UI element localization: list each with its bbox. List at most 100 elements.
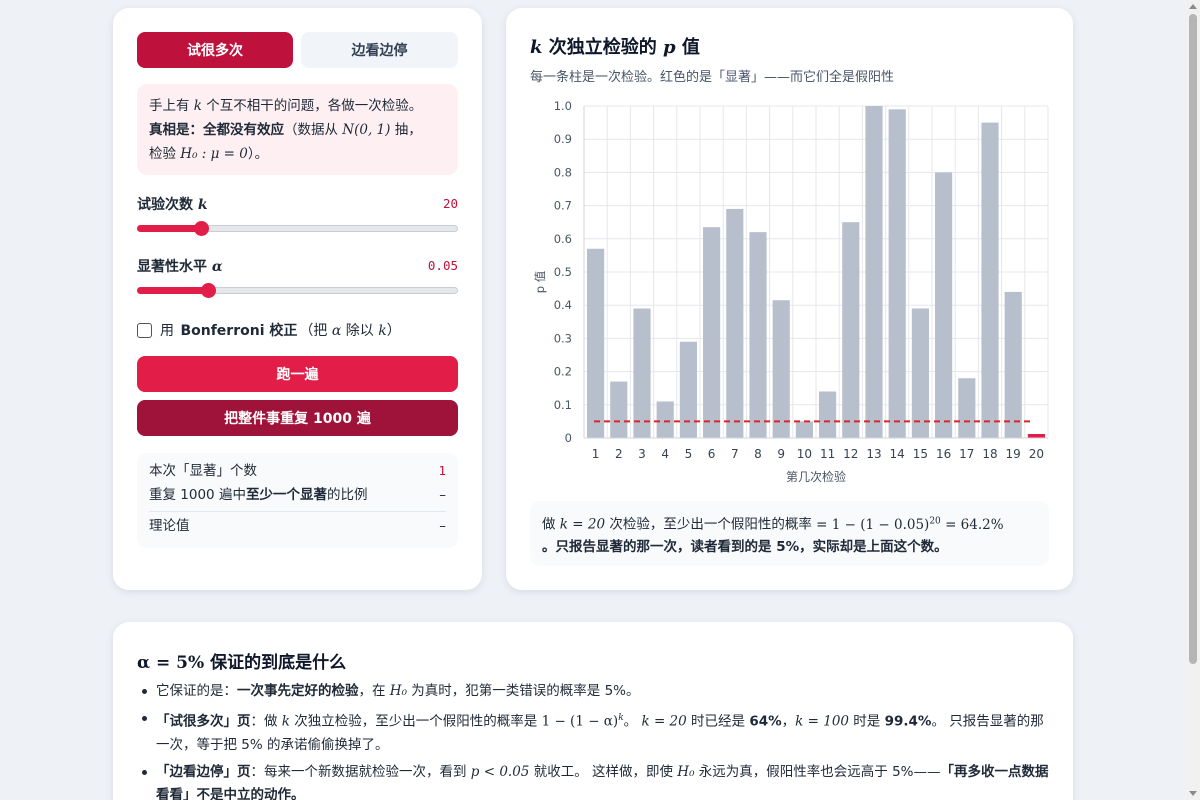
at-least-one-ratio-row: 重复 1000 遍中至少一个显著的比例 – — [149, 483, 446, 507]
x-tick-label: 8 — [754, 447, 762, 461]
chart-title: k 次独立检验的 p 值 — [530, 37, 700, 58]
p-value-bar — [772, 300, 790, 438]
controls-panel: 试很多次 边看边停 手上有 k 个互不相干的问题，各做一次检验。 真相是：全都没… — [113, 8, 482, 590]
y-tick-label: 0.7 — [554, 199, 572, 213]
list-item: 「边看边停」页：每来一个新数据就检验一次，看到 p < 0.05 就收工。 这样… — [137, 761, 1049, 800]
x-tick-label: 15 — [913, 447, 928, 461]
bonferroni-checkbox[interactable] — [137, 322, 152, 338]
p-value-bar — [1004, 291, 1022, 438]
repeat-1000-button[interactable]: 把整件事重复 1000 遍 — [137, 400, 458, 436]
chart-panel: k 次独立检验的 p 值 每一条柱是一次检验。红色的是「显著」——而它们全是假阳… — [506, 8, 1073, 590]
k-equals-math: k = 20 — [559, 516, 606, 533]
p-value-bar — [656, 401, 674, 438]
p-value-bar — [865, 106, 883, 438]
x-tick-label: 4 — [661, 447, 669, 461]
chart-subtitle: 每一条柱是一次检验。红色的是「显著」——而它们全是假阳性 — [530, 70, 895, 85]
p-value-bar-chart: 00.10.20.30.40.50.60.70.80.91.01 2 3 4 5 6 7 8 9… — [533, 99, 1049, 484]
explanation-panel: α = 5% 保证的到底是什么 它保证的是：一次事先定好的检验，在 H₀ 为真时… — [113, 622, 1073, 800]
intro-text: 检验 — [149, 146, 176, 162]
bonferroni-label: 用 Bonferroni 校正 （把 α 除以 k） — [160, 323, 401, 339]
summary-conclusion: 。只报告显著的那一次，读者看到的是 5%，实际却是上面这个数。 — [542, 538, 948, 555]
alpha-value: 0.05 — [427, 258, 458, 273]
null-hypothesis-math: H₀ : μ = 0 — [180, 146, 248, 162]
p-value-bar — [842, 222, 860, 438]
alpha-slider-label: 显著性水平 α — [137, 259, 223, 275]
tab-peeking[interactable]: 边看边停 — [301, 32, 458, 68]
p-value-bar — [888, 109, 906, 438]
alpha-symbol: α — [211, 259, 223, 275]
probability-formula: = 1 − (1 − 0.05)20 = 64.2% — [816, 516, 1004, 533]
x-tick-label: 5 — [685, 447, 693, 461]
x-tick-label: 20 — [1029, 447, 1044, 461]
p-value-bar — [610, 381, 628, 438]
tab-many-tests[interactable]: 试很多次 — [137, 32, 293, 68]
alpha-slider[interactable] — [137, 283, 458, 298]
ratio-label: 重复 1000 遍中至少一个显著的比例 — [149, 487, 368, 503]
intro-text: （数据从 — [284, 122, 338, 138]
k-value: 20 — [442, 196, 458, 211]
x-tick-label: 2 — [615, 447, 623, 461]
theory-value: – — [439, 518, 446, 534]
x-tick-label: 18 — [982, 447, 997, 461]
false-positive-summary: 做 k = 20 次检验，至少出一个假阳性的概率 = 1 − (1 − 0.05… — [530, 501, 1049, 566]
x-tick-label: 14 — [890, 447, 905, 461]
y-tick-label: 0.9 — [554, 132, 572, 146]
alpha-symbol: α — [331, 323, 342, 339]
y-tick-label: 0 — [565, 431, 572, 445]
x-tick-label: 9 — [777, 447, 785, 461]
run-once-button[interactable]: 跑一遍 — [137, 356, 458, 392]
theory-row: 理论值 – — [149, 511, 446, 539]
significant-count-value: 1 — [438, 463, 446, 478]
y-tick-label: 0.8 — [554, 165, 572, 179]
p-value-bar — [935, 172, 953, 438]
x-tick-label: 19 — [1006, 447, 1021, 461]
y-tick-label: 0.3 — [554, 331, 572, 345]
p-value-bar — [958, 378, 976, 438]
scroll-up-arrow-icon[interactable] — [1189, 4, 1197, 9]
x-tick-label: 12 — [843, 447, 858, 461]
x-tick-label: 10 — [797, 447, 812, 461]
explanation-title: α = 5% 保证的到底是什么 — [137, 653, 347, 673]
significant-count-label: 本次「显著」个数 — [149, 463, 257, 479]
x-tick-label: 7 — [731, 447, 739, 461]
intro-text: 手上有 — [149, 98, 190, 114]
significant-count-row: 本次「显著」个数 1 — [149, 459, 446, 483]
slider-fill — [137, 287, 208, 294]
slider-thumb[interactable] — [200, 283, 216, 298]
y-tick-label: 0.5 — [554, 265, 572, 279]
slider-thumb[interactable] — [194, 221, 210, 236]
x-tick-label: 13 — [866, 447, 881, 461]
y-tick-label: 0.6 — [554, 232, 572, 246]
scenario-description: 手上有 k 个互不相干的问题，各做一次检验。 真相是：全都没有效应（数据从 N(… — [137, 84, 458, 175]
p-value-bar — [587, 248, 605, 438]
theory-label: 理论值 — [149, 518, 190, 534]
ratio-value: – — [439, 487, 446, 503]
y-tick-label: 0.1 — [554, 398, 572, 412]
page-scrollbar[interactable] — [1186, 0, 1200, 800]
k-symbol: k — [193, 98, 202, 114]
list-item: 「试很多次」页：做 k 次独立检验，至少出一个假阳性的概率是 1 − (1 − … — [137, 707, 1049, 757]
y-tick-label: 1.0 — [554, 99, 572, 113]
scroll-down-arrow-icon[interactable] — [1189, 791, 1197, 796]
p-value-bar — [749, 232, 767, 438]
x-tick-label: 6 — [708, 447, 716, 461]
stats-panel: 本次「显著」个数 1 重复 1000 遍中至少一个显著的比例 – 理论值 – — [137, 453, 458, 548]
k-slider[interactable] — [137, 221, 458, 236]
x-tick-label: 11 — [820, 447, 835, 461]
intro-text: ）。 — [247, 146, 269, 162]
p-value-bar — [726, 208, 744, 438]
list-item: 它保证的是：一次事先定好的检验，在 H₀ 为真时，犯第一类错误的概率是 5%。 — [137, 680, 1049, 703]
x-tick-label: 3 — [638, 447, 646, 461]
bonferroni-toggle[interactable]: 用 Bonferroni 校正 （把 α 除以 k） — [137, 320, 401, 340]
p-value-bar — [633, 308, 651, 438]
k-slider-label: 试验次数 k — [137, 197, 208, 213]
k-symbol: k — [378, 323, 387, 339]
p-value-bar — [679, 341, 697, 438]
explanation-list: 它保证的是：一次事先定好的检验，在 H₀ 为真时，犯第一类错误的概率是 5%。 … — [137, 680, 1049, 800]
truth-statement: 真相是：全都没有效应 — [149, 122, 284, 138]
p-value-bar — [703, 227, 721, 438]
p-value-bar — [981, 122, 999, 438]
scrollbar-thumb[interactable] — [1189, 14, 1197, 664]
x-axis-label: 第几次检验 — [786, 469, 846, 484]
k-symbol: k — [197, 197, 208, 213]
